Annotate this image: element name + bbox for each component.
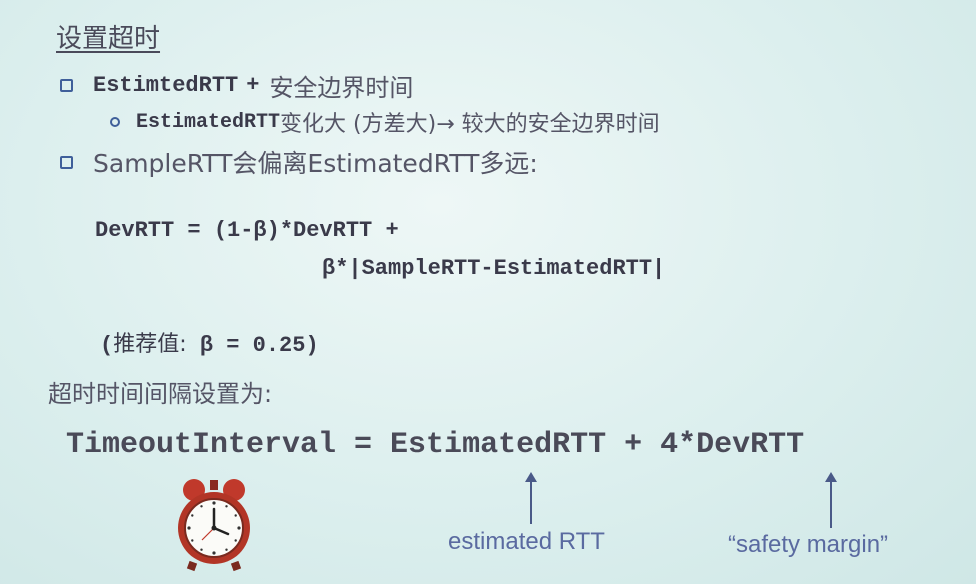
recommend-value: β = 0.25) — [186, 333, 319, 358]
square-bullet-icon — [60, 79, 73, 92]
recommended-value: (推荐值: β = 0.25) — [100, 326, 319, 358]
bullet-sample-rtt: SampleRTT会偏离EstimatedRTT多远: — [60, 144, 538, 180]
square-bullet-icon — [60, 155, 73, 169]
bullet1-code: EstimtedRTT — [93, 73, 239, 98]
bullet-estimated-rtt: EstimtedRTT + 安全边界时间 — [60, 68, 413, 103]
devrtt-formula-line1: DevRTT = (1-β)*DevRTT + — [95, 218, 399, 243]
timeout-label: 超时时间间隔设置为: — [48, 380, 273, 408]
recommend-open: ( — [100, 333, 114, 358]
bullet1-text: 安全边界时间 — [269, 74, 414, 102]
bullet1-plus: + — [246, 73, 260, 98]
arrow-up-icon — [525, 472, 537, 524]
arrow-up-icon — [825, 472, 837, 528]
recommend-cn: 推荐值: — [113, 332, 187, 357]
sub-bullet-variance: EstimatedRTT 变化大 (方差大)→ 较大的安全边界时间 — [110, 106, 660, 138]
bullet2-text: SampleRTT会偏离EstimatedRTT多远: — [93, 149, 538, 178]
timeout-formula: TimeoutInterval = EstimatedRTT + 4*DevRT… — [66, 428, 805, 462]
sub1-code: EstimatedRTT — [136, 110, 281, 134]
circle-bullet-icon — [110, 117, 120, 127]
safety-margin-annotation: “safety margin” — [728, 531, 889, 558]
alarm-clock-icon — [178, 479, 250, 572]
slide-title: 设置超时 — [56, 24, 161, 54]
devrtt-formula-line2: β*|SampleRTT-EstimatedRTT| — [322, 256, 666, 281]
estimated-rtt-annotation: estimated RTT — [448, 528, 605, 555]
sub1-text: 变化大 (方差大)→ 较大的安全边界时间 — [280, 112, 660, 137]
